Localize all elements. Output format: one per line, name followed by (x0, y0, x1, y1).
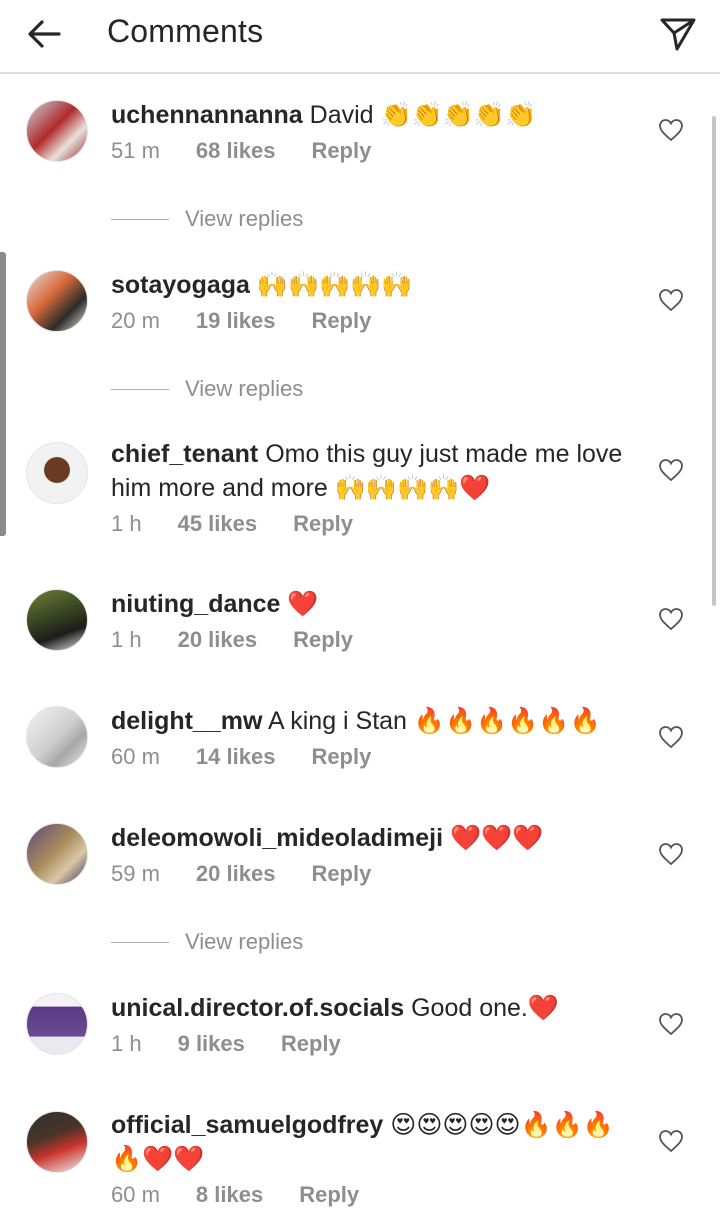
reply-button[interactable]: Reply (311, 861, 371, 887)
paper-plane-icon (660, 18, 696, 51)
like-heart-icon[interactable] (658, 725, 684, 751)
comment-username[interactable]: official_samuelgodfrey (111, 1111, 383, 1139)
comment-text: Good one. (404, 994, 528, 1022)
comment-username[interactable]: deleomowoli_mideoladimeji (111, 824, 443, 852)
comment-text: David (302, 101, 381, 129)
avatar[interactable] (26, 100, 88, 162)
comment-likes[interactable]: 20 likes (196, 861, 276, 887)
comment-body: uchennannanna David 👏👏👏👏👏 51 m 68 likes Re… (111, 98, 631, 164)
like-heart-icon[interactable] (658, 842, 684, 868)
page-title: Comments (107, 13, 264, 49)
comment-body: deleomowoli_mideoladimeji ❤️❤️❤️ 59 m 20 … (111, 821, 631, 887)
comment-likes[interactable]: 20 likes (178, 627, 258, 653)
reply-button[interactable]: Reply (293, 627, 353, 653)
divider (111, 941, 169, 943)
comment-time: 20 m (111, 308, 160, 333)
comment-username[interactable]: unical.director.of.socials (111, 994, 404, 1022)
scrollbar[interactable] (712, 116, 716, 606)
reply-button[interactable]: Reply (293, 511, 353, 537)
comment-body: official_samuelgodfrey 😍😍😍😍😍🔥🔥🔥🔥❤️❤️ 60 … (111, 1108, 631, 1208)
avatar[interactable] (26, 706, 88, 768)
like-heart-icon[interactable] (658, 288, 684, 314)
comment-body: sotayogaga 🙌🙌🙌🙌🙌 20 m 19 likes Reply (111, 268, 631, 334)
comment-username[interactable]: sotayogaga (111, 271, 250, 299)
view-replies-button[interactable]: View replies (111, 376, 303, 402)
comment-body: chief_tenant Omo this guy just made me l… (111, 438, 631, 537)
comment-time: 1 h (111, 627, 142, 652)
comment-likes[interactable]: 8 likes (196, 1182, 263, 1208)
comment-username[interactable]: chief_tenant (111, 440, 258, 468)
comment-username[interactable]: delight__mw (111, 707, 262, 735)
comment-text: A king i Stan (262, 707, 414, 735)
like-heart-icon[interactable] (658, 1012, 684, 1038)
comment-emoji: ❤️ (287, 589, 319, 618)
comment-time: 60 m (111, 1182, 160, 1207)
comment-text (250, 271, 257, 299)
reply-button[interactable]: Reply (311, 138, 371, 164)
reply-button[interactable]: Reply (311, 744, 371, 770)
divider (111, 218, 169, 220)
reply-button[interactable]: Reply (311, 308, 371, 334)
comment-emoji: 🙌🙌🙌🙌🙌 (256, 270, 413, 299)
view-replies-button[interactable]: View replies (111, 929, 303, 955)
comment-text (443, 824, 450, 852)
comment-username[interactable]: niuting_dance (111, 590, 280, 618)
comment-emoji: ❤️ (527, 993, 560, 1022)
top-bar: Comments (0, 0, 720, 74)
avatar[interactable] (26, 823, 88, 885)
comment-time: 51 m (111, 138, 160, 163)
share-button[interactable] (656, 12, 700, 56)
avatar[interactable] (26, 1111, 88, 1173)
reply-button[interactable]: Reply (299, 1182, 359, 1208)
comment-time: 59 m (111, 861, 160, 886)
comment-emoji: 🔥🔥🔥🔥🔥🔥 (413, 706, 601, 735)
view-replies-button[interactable]: View replies (111, 206, 303, 232)
comment-likes[interactable]: 14 likes (196, 744, 276, 770)
comment-body: delight__mw A king i Stan 🔥🔥🔥🔥🔥🔥 60 m 14 … (111, 704, 631, 770)
like-heart-icon[interactable] (658, 458, 684, 484)
comment-time: 60 m (111, 744, 160, 769)
comment-time: 1 h (111, 511, 142, 536)
arrow-left-icon (28, 20, 61, 48)
comment-likes[interactable]: 68 likes (196, 138, 276, 164)
comment-time: 1 h (111, 1031, 142, 1056)
avatar[interactable] (26, 270, 88, 332)
comment-username[interactable]: uchennannanna (111, 101, 303, 129)
avatar[interactable] (26, 589, 88, 651)
divider (111, 388, 169, 390)
comment-body: unical.director.of.socials Good one.❤️ 1… (111, 991, 631, 1057)
like-heart-icon[interactable] (658, 118, 684, 144)
comment-emoji: ❤️❤️❤️ (449, 823, 544, 852)
like-heart-icon[interactable] (658, 607, 684, 633)
like-heart-icon[interactable] (658, 1129, 684, 1155)
comment-likes[interactable]: 19 likes (196, 308, 276, 334)
reply-button[interactable]: Reply (281, 1031, 341, 1057)
comment-emoji: 🙌🙌🙌🙌❤️ (334, 473, 491, 502)
avatar[interactable] (26, 442, 88, 504)
comment-likes[interactable]: 45 likes (178, 511, 258, 537)
comment-likes[interactable]: 9 likes (178, 1031, 245, 1057)
comment-body: niuting_dance ❤️ 1 h 20 likes Reply (111, 587, 631, 653)
edge-handle[interactable] (0, 252, 6, 536)
comment-emoji: 👏👏👏👏👏 (380, 100, 537, 129)
back-button[interactable] (22, 12, 66, 56)
avatar[interactable] (26, 993, 88, 1055)
